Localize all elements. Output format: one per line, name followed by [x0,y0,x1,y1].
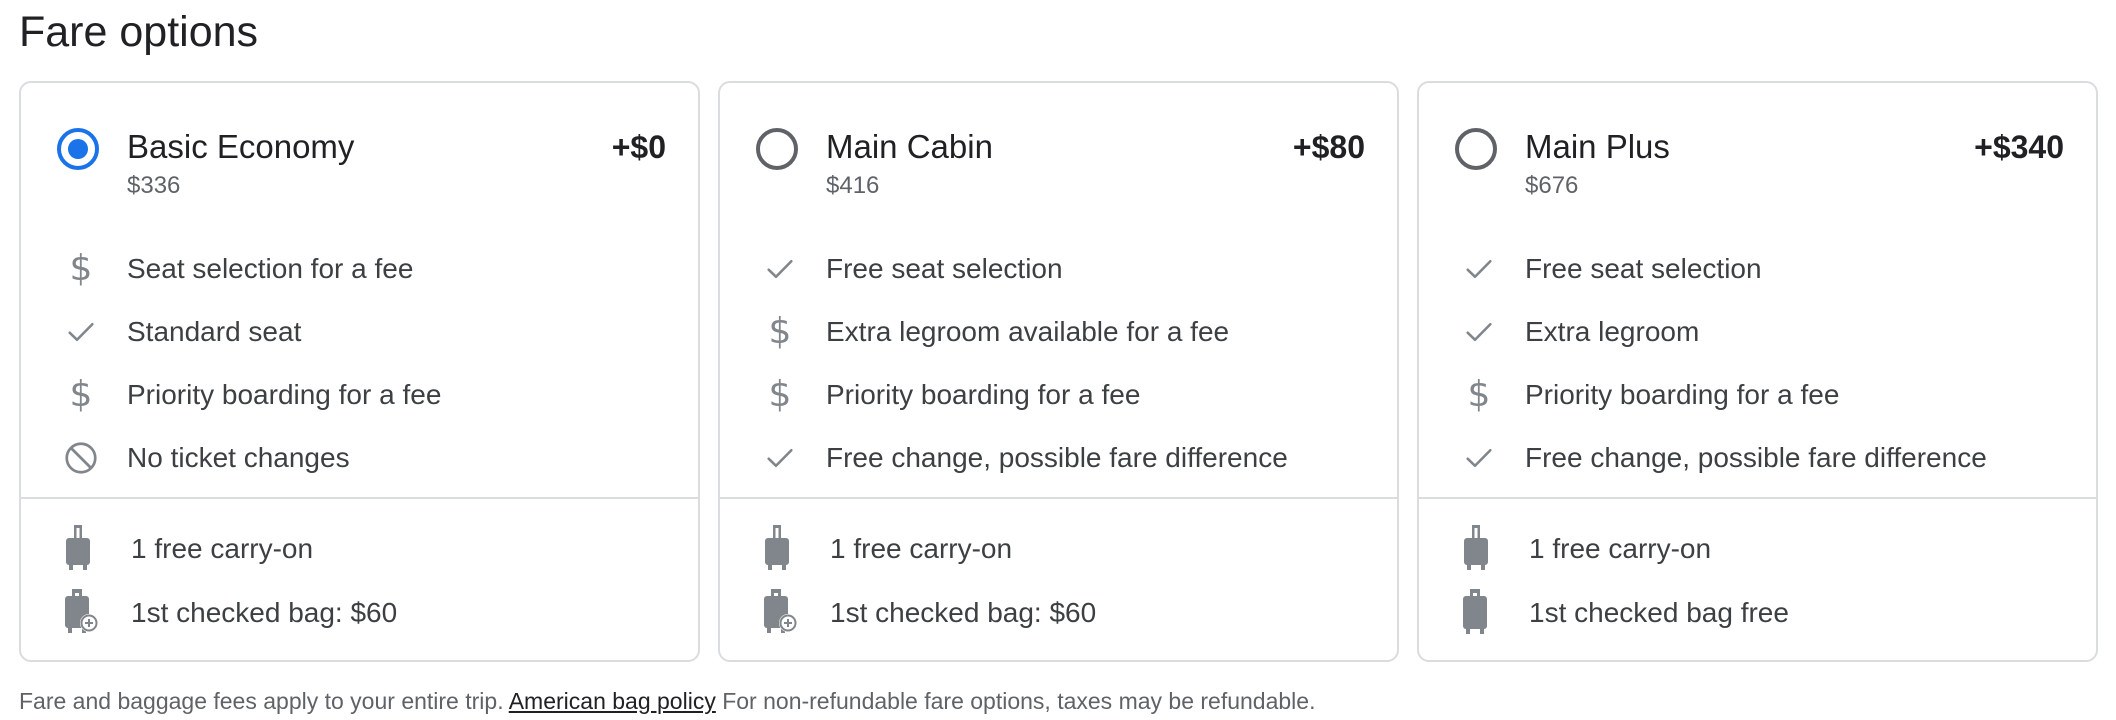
fare-feature: $ Seat selection for a fee [21,243,698,306]
checked-bag-icon [1459,587,1499,639]
footnote-text-after: For non-refundable fare options, taxes m… [722,688,1316,714]
fare-feature-text: Extra legroom [1525,316,1700,347]
baggage-text: 1st checked bag: $60 [131,597,398,628]
fare-feature: Free seat selection [1419,243,2096,306]
fare-radio-button[interactable] [57,128,99,170]
fare-card-header: Main Plus $676 +$340 [1419,83,2096,213]
fare-radio-button[interactable] [1455,128,1497,170]
fare-feature: $ Priority boarding for a fee [1419,369,2096,432]
section-title: Fare options [19,8,259,56]
fare-card-main-plus[interactable]: Main Plus $676 +$340 Free seat selection… [1417,81,2098,662]
check-icon [1459,312,1499,352]
baggage-item: 1 free carry-on [1419,521,2096,585]
fees-footnote: Fare and baggage fees apply to your enti… [19,686,1315,716]
baggage-text: 1 free carry-on [1529,533,1712,564]
bag-policy-link[interactable]: American bag policy [509,688,716,714]
baggage-list: 1 free carry-on 1st checked bag free [1419,521,2096,649]
divider [720,497,1397,499]
baggage-item: 1st checked bag: $60 [21,585,698,649]
fare-feature-text: Priority boarding for a fee [826,379,1141,410]
check-icon [1459,438,1499,478]
divider [1419,497,2096,499]
baggage-item: 1 free carry-on [720,521,1397,585]
baggage-text: 1 free carry-on [131,533,314,564]
dollar-icon: $ [1467,374,1491,415]
fare-options-page: Fare options Basic Economy $336 +$0 $ Se… [0,0,2116,720]
baggage-list: 1 free carry-on 1st checked bag: $60 [21,521,698,649]
fare-feature-text: Free seat selection [1525,253,1762,284]
baggage-text: 1 free carry-on [830,533,1013,564]
fare-card-header: Basic Economy $336 +$0 [21,83,698,213]
baggage-text: 1st checked bag: $60 [830,597,1097,628]
fare-features-list: Free seat selection Extra legroom $ Prio… [1419,243,2096,495]
fare-feature-text: Seat selection for a fee [127,253,414,284]
fare-feature: Free seat selection [720,243,1397,306]
baggage-item: 1 free carry-on [21,521,698,585]
check-icon [760,438,800,478]
fare-feature: No ticket changes [21,432,698,495]
fare-feature: Free change, possible fare difference [720,432,1397,495]
fare-feature: Standard seat [21,306,698,369]
fare-radio-button[interactable] [756,128,798,170]
no-entry-icon [61,438,101,478]
fare-feature-text: Standard seat [127,316,302,347]
fare-features-list: $ Seat selection for a fee Standard seat… [21,243,698,495]
fare-total-price: $676 [1525,172,1579,199]
fare-card-basic-economy[interactable]: Basic Economy $336 +$0 $ Seat selection … [19,81,700,662]
footnote-text-before: Fare and baggage fees apply to your enti… [19,688,504,714]
fare-name: Basic Economy [127,128,355,165]
fare-feature-text: Free change, possible fare difference [1525,442,1987,473]
carry-on-bag-icon [61,523,101,575]
fare-feature-text: Priority boarding for a fee [1525,379,1840,410]
fare-feature-text: No ticket changes [127,442,350,473]
check-icon [1459,249,1499,289]
fare-name: Main Cabin [826,128,993,165]
baggage-item: 1st checked bag free [1419,585,2096,649]
fare-feature: $ Priority boarding for a fee [720,369,1397,432]
fare-feature-text: Extra legroom available for a fee [826,316,1230,347]
fare-card-header: Main Cabin $416 +$80 [720,83,1397,213]
fare-price-difference: +$0 [611,129,666,165]
dollar-icon: $ [69,248,93,289]
checked-bag-fee-icon [61,587,101,639]
fare-feature: $ Extra legroom available for a fee [720,306,1397,369]
fare-card-main-cabin[interactable]: Main Cabin $416 +$80 Free seat selection… [718,81,1399,662]
check-icon [760,249,800,289]
baggage-text: 1st checked bag free [1529,597,1789,628]
baggage-list: 1 free carry-on 1st checked bag: $60 [720,521,1397,649]
fare-price-difference: +$80 [1292,129,1365,165]
fare-price-difference: +$340 [1974,129,2064,165]
carry-on-bag-icon [1459,523,1499,575]
fare-feature-text: Free seat selection [826,253,1063,284]
dollar-icon: $ [69,374,93,415]
fare-feature-text: Free change, possible fare difference [826,442,1288,473]
baggage-item: 1st checked bag: $60 [720,585,1397,649]
fare-total-price: $336 [127,172,181,199]
dollar-icon: $ [768,311,792,352]
carry-on-bag-icon [760,523,800,575]
checked-bag-fee-icon [760,587,800,639]
divider [21,497,698,499]
fare-name: Main Plus [1525,128,1670,165]
fare-feature: $ Priority boarding for a fee [21,369,698,432]
dollar-icon: $ [768,374,792,415]
fare-feature-text: Priority boarding for a fee [127,379,442,410]
fare-feature: Extra legroom [1419,306,2096,369]
fare-cards: Basic Economy $336 +$0 $ Seat selection … [19,81,2098,662]
check-icon [61,312,101,352]
fare-features-list: Free seat selection $ Extra legroom avai… [720,243,1397,495]
fare-feature: Free change, possible fare difference [1419,432,2096,495]
fare-total-price: $416 [826,172,880,199]
